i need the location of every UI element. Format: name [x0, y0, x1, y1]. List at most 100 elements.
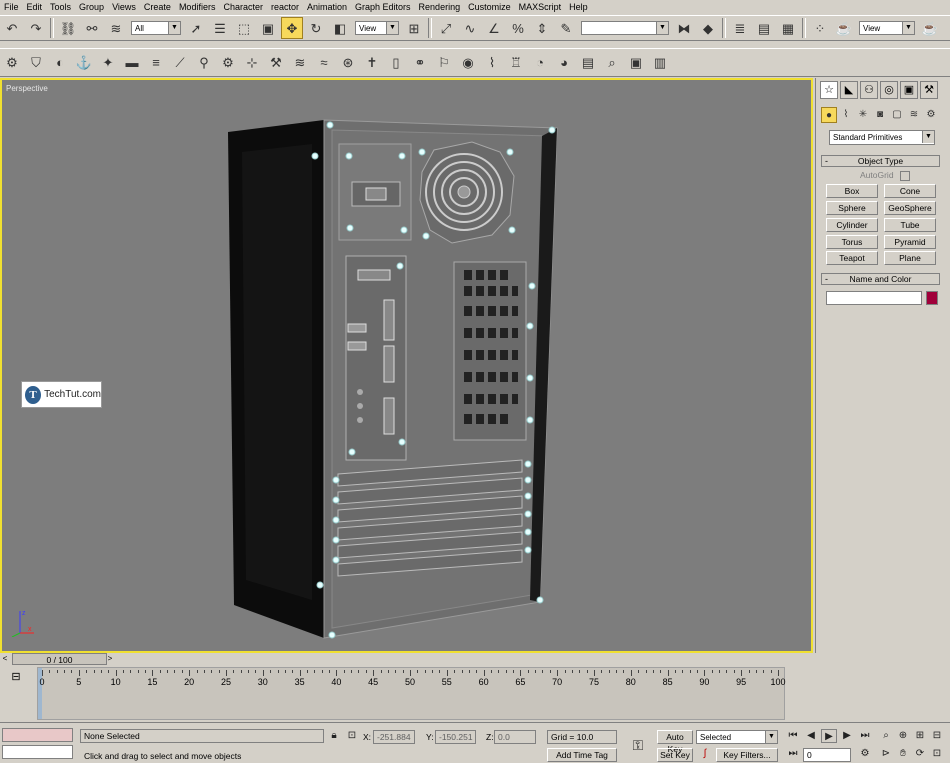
zoom-extents-icon[interactable]: ⊞ [912, 729, 928, 743]
point-point-constraint-icon[interactable]: ⚭ [409, 52, 431, 74]
menu-views[interactable]: Views [108, 0, 140, 15]
perspective-viewport[interactable]: Perspective T TechTut.com z x [0, 78, 813, 653]
rectangular-region-icon[interactable]: ⬚ [233, 17, 255, 39]
menu-graph-editors[interactable]: Graph Editors [351, 0, 415, 15]
create-motor-icon[interactable]: ⚙ [217, 52, 239, 74]
time-slider-next-icon[interactable]: > [105, 653, 115, 665]
render-scene-icon[interactable]: ☕ [833, 17, 855, 39]
menu-maxscript[interactable]: MAXScript [515, 0, 566, 15]
zoom-icon[interactable]: ⌕ [878, 729, 894, 743]
select-and-rotate-icon[interactable]: ↻ [305, 17, 327, 39]
bind-space-warp-icon[interactable]: ≋ [105, 17, 127, 39]
cameras-category-icon[interactable]: ◙ [872, 107, 888, 123]
create-tab-icon[interactable]: ☆ [820, 81, 838, 99]
go-to-start-icon[interactable]: ⏮︎ [785, 729, 801, 743]
time-slider-prev-icon[interactable]: < [0, 653, 10, 665]
timeline-ruler[interactable]: 0 5 10 15 20 25 30 35 40 45 50 55 60 65 70 75 80 85 90 95 10… [37, 667, 786, 720]
zoom-extents-all-icon[interactable]: ⊟ [929, 729, 945, 743]
align-icon[interactable]: ◆ [697, 17, 719, 39]
object-color-swatch[interactable] [926, 291, 938, 305]
cylinder-button[interactable]: Cylinder [826, 218, 878, 232]
mirror-icon[interactable]: ⧓ [673, 17, 695, 39]
rope-modifier-icon[interactable]: ◕ [553, 52, 575, 74]
key-mode-dropdown[interactable]: Selected ▼ [696, 730, 778, 744]
object-type-rollout-header[interactable]: - Object Type [821, 155, 940, 167]
lock-selection-icon[interactable]: 🔒︎ [326, 729, 342, 743]
current-frame-input[interactable]: 0 [803, 748, 851, 762]
shapes-category-icon[interactable]: ⌇ [838, 107, 854, 123]
open-property-editor-icon[interactable]: ▤ [577, 52, 599, 74]
systems-category-icon[interactable]: ⚙ [923, 107, 939, 123]
geosphere-button[interactable]: GeoSphere [884, 201, 936, 215]
key-filters-button[interactable]: Key Filters... [716, 748, 778, 762]
edit-named-selection-icon[interactable]: ✎ [555, 17, 577, 39]
spinner-snap-icon[interactable]: ⇕ [531, 17, 553, 39]
motion-tab-icon[interactable]: ◎ [880, 81, 898, 99]
cloth-modifier-icon[interactable]: ♖ [505, 52, 527, 74]
undo-icon[interactable]: ↶ [1, 17, 23, 39]
select-object-icon[interactable]: ➚ [185, 17, 207, 39]
rigid-body-collection-icon[interactable]: ⚙ [1, 52, 23, 74]
soft-body-modifier-icon[interactable]: ◔ [529, 52, 551, 74]
create-plane-icon[interactable]: ▬ [121, 52, 143, 74]
torus-button[interactable]: Torus [826, 235, 878, 249]
go-to-end-icon[interactable]: ⏭︎ [857, 729, 873, 743]
key-icon[interactable]: ⚿ [627, 738, 649, 752]
point-path-constraint-icon[interactable]: ⌇ [481, 52, 503, 74]
space-warps-category-icon[interactable]: ≋ [906, 107, 922, 123]
quick-render-icon[interactable]: ☕ [919, 17, 941, 39]
menu-tools[interactable]: Tools [46, 0, 75, 15]
create-toy-car-icon[interactable]: ⚒ [265, 52, 287, 74]
create-linear-dashpot-icon[interactable]: ⟋ [169, 52, 191, 74]
hierarchy-tab-icon[interactable]: ⚇ [860, 81, 878, 99]
selection-filter-dropdown[interactable]: All ▼ [131, 21, 181, 35]
name-color-rollout-header[interactable]: - Name and Color [821, 273, 940, 285]
box-button[interactable]: Box [826, 184, 878, 198]
create-wind-icon[interactable]: ⊹ [241, 52, 263, 74]
teapot-button[interactable]: Teapot [826, 251, 878, 265]
menu-file[interactable]: File [0, 0, 23, 15]
utilities-tab-icon[interactable]: ⚒ [920, 81, 938, 99]
menu-create[interactable]: Create [140, 0, 175, 15]
previous-frame-icon[interactable]: ◀ [803, 729, 819, 743]
hinge-constraint-icon[interactable]: ▯ [385, 52, 407, 74]
category-dropdown[interactable]: Standard Primitives ▼ [829, 130, 935, 145]
select-by-name-icon[interactable]: ☰ [209, 17, 231, 39]
play-icon[interactable]: ▶ [821, 729, 837, 743]
maxscript-input[interactable] [2, 745, 73, 759]
select-and-scale-icon[interactable]: ◧ [329, 17, 351, 39]
plane-button[interactable]: Plane [884, 251, 936, 265]
percent-snap-icon[interactable]: % [507, 17, 529, 39]
schematic-view-icon[interactable]: ▦ [777, 17, 799, 39]
menu-modifiers[interactable]: Modifiers [175, 0, 220, 15]
next-frame-icon[interactable]: ▶ [839, 729, 855, 743]
named-selection-dropdown[interactable]: ▼ [581, 21, 669, 35]
object-name-input[interactable] [826, 291, 922, 305]
add-time-tag-button[interactable]: Add Time Tag [547, 748, 617, 762]
pc-tower-model[interactable] [2, 80, 811, 651]
deforming-mesh-icon[interactable]: ✦ [97, 52, 119, 74]
create-animation-icon[interactable]: ▥ [649, 52, 671, 74]
create-water-icon[interactable]: ≈ [313, 52, 335, 74]
x-coord-input[interactable]: -251.884 [373, 730, 415, 744]
constraint-solver-icon[interactable]: ⊛ [337, 52, 359, 74]
menu-group[interactable]: Group [75, 0, 108, 15]
modify-tab-icon[interactable]: ◣ [840, 81, 858, 99]
prismatic-constraint-icon[interactable]: ⚐ [433, 52, 455, 74]
soft-body-collection-icon[interactable]: ◐ [49, 52, 71, 74]
mini-curve-editor-icon[interactable]: ⊟ [8, 670, 24, 684]
helpers-category-icon[interactable]: ▢ [889, 107, 905, 123]
menu-edit[interactable]: Edit [23, 0, 47, 15]
layer-manager-icon[interactable]: ≣ [729, 17, 751, 39]
menu-rendering[interactable]: Rendering [415, 0, 465, 15]
select-and-move-icon[interactable]: ✥ [281, 17, 303, 39]
create-spring-icon[interactable]: ≡ [145, 52, 167, 74]
cloth-collection-icon[interactable]: ⛉ [25, 52, 47, 74]
create-angular-dashpot-icon[interactable]: ⚲ [193, 52, 215, 74]
angle-snap-icon[interactable]: ∠ [483, 17, 505, 39]
menu-reactor[interactable]: reactor [267, 0, 303, 15]
menu-customize[interactable]: Customize [464, 0, 515, 15]
lights-category-icon[interactable]: ✳ [855, 107, 871, 123]
auto-key-button[interactable]: Auto Key [657, 730, 693, 754]
set-key-button[interactable]: Set Key [657, 748, 693, 762]
